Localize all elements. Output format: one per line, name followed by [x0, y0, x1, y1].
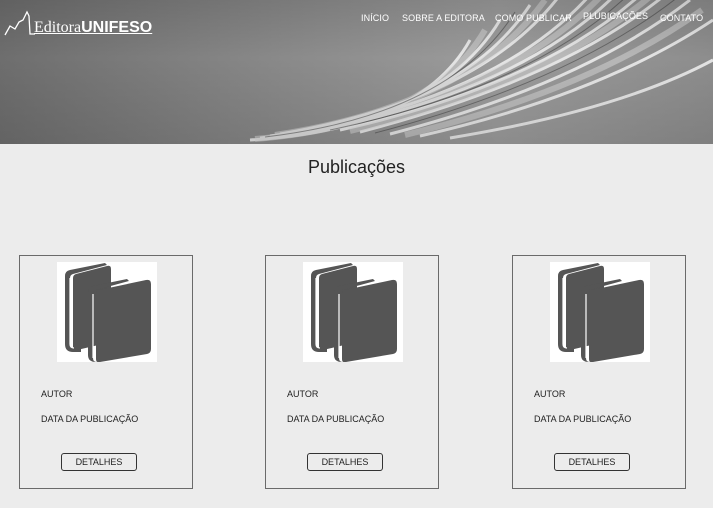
publication-card: AUTOR DATA DA PUBLICAÇÃO DETALHES	[512, 255, 686, 489]
nav-item-sobre[interactable]: SOBRE A EDITORA	[402, 13, 485, 23]
card-author: AUTOR	[287, 389, 319, 399]
nav-item-publicacoes[interactable]: PLUBICAÇÕES	[583, 11, 648, 21]
nav-item-como-publicar[interactable]: COMO PUBLICAR	[495, 13, 572, 23]
details-button[interactable]: DETALHES	[61, 453, 137, 471]
books-icon	[57, 262, 157, 363]
page-title: Publicações	[307, 157, 406, 177]
publication-card: AUTOR DATA DA PUBLICAÇÃO DETALHES	[19, 255, 193, 489]
card-author: AUTOR	[41, 389, 73, 399]
details-button[interactable]: DETALHES	[307, 453, 383, 471]
details-button[interactable]: DETALHES	[554, 453, 630, 471]
nav-item-inicio[interactable]: INÍCIO	[361, 13, 389, 23]
main-nav: INÍCIO SOBRE A EDITORA COMO PUBLICAR PLU…	[0, 11, 713, 27]
card-date: DATA DA PUBLICAÇÃO	[41, 414, 139, 424]
books-icon	[303, 262, 403, 363]
books-icon	[550, 262, 650, 363]
card-author: AUTOR	[534, 389, 566, 399]
publication-card: AUTOR DATA DA PUBLICAÇÃO DETALHES	[265, 255, 439, 489]
card-date: DATA DA PUBLICAÇÃO	[287, 414, 385, 424]
hero-banner: EditoraUNIFESO INÍCIO SOBRE A EDITORA CO…	[0, 0, 713, 144]
nav-item-contato[interactable]: CONTATO	[660, 13, 703, 23]
card-date: DATA DA PUBLICAÇÃO	[534, 414, 632, 424]
